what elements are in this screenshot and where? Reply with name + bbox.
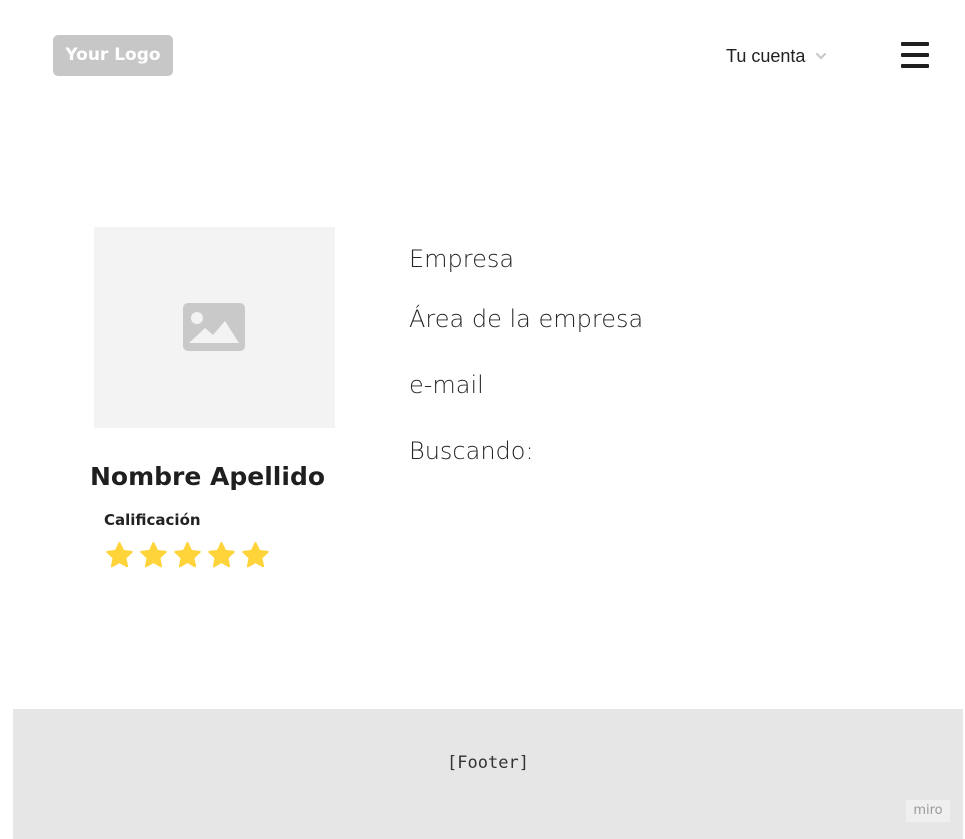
star-icon (106, 542, 133, 568)
star-icon (242, 542, 269, 568)
rating-stars (104, 540, 271, 571)
miro-watermark: miro (906, 800, 950, 822)
account-dropdown[interactable]: Tu cuenta (726, 44, 827, 68)
star-icon (140, 542, 167, 568)
star-icon (174, 542, 201, 568)
profile-photo-placeholder (94, 227, 335, 428)
hamburger-menu-icon[interactable] (901, 42, 929, 68)
logo[interactable]: Your Logo (53, 35, 173, 76)
email-field: e-mail (409, 371, 484, 399)
account-label: Tu cuenta (726, 45, 806, 66)
footer-text: [Footer] (447, 753, 529, 773)
footer: [Footer] (13, 709, 963, 839)
profile-name: Nombre Apellido (90, 462, 326, 491)
star-icon (208, 542, 235, 568)
rating-label: Calificación (104, 511, 201, 529)
chevron-down-icon (816, 52, 827, 60)
company-area-field: Área de la empresa (409, 305, 644, 333)
image-placeholder-icon (183, 303, 245, 351)
company-field: Empresa (409, 245, 515, 273)
seeking-field: Buscando: (409, 437, 534, 465)
